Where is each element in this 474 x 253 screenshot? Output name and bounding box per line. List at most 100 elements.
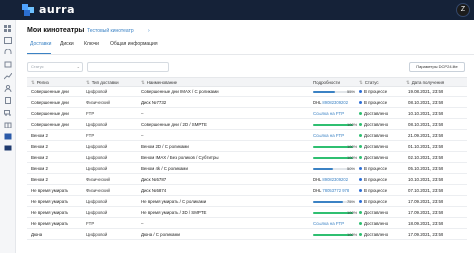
status-badge: В процессе bbox=[359, 166, 387, 171]
aurra-logo-icon[interactable] bbox=[21, 3, 35, 17]
status-dot-icon bbox=[359, 199, 362, 203]
status-text: В процессе bbox=[364, 100, 388, 105]
cell-delivery-type: FTP bbox=[86, 111, 95, 116]
status-badge: Доставлено bbox=[359, 210, 388, 215]
table-row[interactable]: Совершенные дни Цифровой Совершенные дни I… bbox=[27, 87, 467, 97]
progress-label: 100% bbox=[347, 144, 358, 149]
table-row[interactable]: Веном 2 FTP – Ссылка на FTP Доставлено 21.09.… bbox=[27, 131, 467, 141]
monitor-icon[interactable] bbox=[4, 145, 12, 152]
cell-date: 08.10.2021, 23:59 bbox=[408, 122, 444, 127]
status-badge: Доставлено bbox=[359, 221, 388, 226]
cell-release: Не время умирать bbox=[31, 210, 69, 215]
status-badge: В процессе bbox=[359, 100, 387, 105]
status-badge: Доставлено bbox=[359, 122, 388, 127]
dhl-tracking[interactable]: DHL 89082309202 bbox=[313, 100, 348, 105]
status-text: В процессе bbox=[364, 89, 388, 94]
progress-label: 50% bbox=[347, 166, 356, 171]
search-input[interactable] bbox=[87, 62, 169, 72]
table-row[interactable]: Веном 2 Цифровой Веном IMAX / Без роликов … bbox=[27, 153, 467, 163]
status-text: Доставлено bbox=[364, 221, 389, 226]
cell-name: Диск №5874 bbox=[141, 188, 167, 193]
col-date[interactable]: ⇅ Дата получения bbox=[406, 80, 444, 86]
status-dot-icon bbox=[359, 166, 362, 170]
status-text: В процессе bbox=[364, 188, 388, 193]
cell-name: Веном 4k / С роликами bbox=[141, 166, 188, 171]
cell-release: Веном 2 bbox=[31, 166, 48, 171]
tab-disks[interactable]: Диски bbox=[60, 41, 74, 47]
user-icon[interactable] bbox=[4, 85, 12, 92]
status-badge: Доставлено bbox=[359, 144, 388, 149]
status-text: Доставлено bbox=[364, 144, 389, 149]
cell-name: Совершенные дни / 2D / SMPTE bbox=[141, 122, 207, 127]
table-row[interactable]: Не время умирать FTP – Ссылка на FTP Доставл… bbox=[27, 219, 467, 229]
cell-release: Совершенные дни bbox=[31, 100, 69, 105]
col-name[interactable]: ⇅ Наименование bbox=[141, 80, 177, 86]
dhl-tracking[interactable]: DHL 78053772 978 bbox=[313, 188, 349, 193]
chevron-down-icon[interactable]: › bbox=[148, 28, 150, 34]
cell-release: Веном 2 bbox=[31, 144, 48, 149]
progress-bar-fill bbox=[313, 168, 333, 170]
grid-icon[interactable] bbox=[4, 25, 12, 32]
status-text: В процессе bbox=[364, 177, 388, 182]
status-badge: Доставлено bbox=[359, 133, 388, 138]
cell-date: 17.09.2021, 23:59 bbox=[408, 199, 444, 204]
dhl-tracking-link[interactable]: 89082309202 bbox=[322, 177, 348, 182]
table-row[interactable]: Не время умирать Цифровой Не время умирать… bbox=[27, 197, 467, 207]
ftp-link[interactable]: Ссылка на FTP bbox=[313, 133, 344, 138]
cell-delivery-type: Цифровой bbox=[86, 199, 108, 204]
cell-delivery-type: Физический bbox=[86, 188, 111, 193]
dhl-tracking-link[interactable]: 89082309202 bbox=[322, 100, 348, 105]
calendar-icon[interactable] bbox=[4, 133, 12, 140]
progress-label: 55% bbox=[347, 89, 356, 94]
dhl-tracking[interactable]: DHL 89082309202 bbox=[313, 177, 348, 182]
table-row[interactable]: Веном 2 Цифровой Веном 4k / С роликами 50% В… bbox=[27, 164, 467, 174]
table-row[interactable]: Совершенные дни Цифровой Совершенные дни /… bbox=[27, 120, 467, 130]
table-row[interactable]: Не время умирать Физический Диск №5874 DHL … bbox=[27, 186, 467, 196]
ftp-link[interactable]: Ссылка на FTP bbox=[313, 111, 344, 116]
progress-label: 100% bbox=[347, 155, 358, 160]
ftp-link[interactable]: Ссылка на FTP bbox=[313, 221, 344, 226]
tab-general-info[interactable]: Общая информация bbox=[110, 41, 158, 47]
breadcrumb-cinema[interactable]: Тестовый кинотеатр bbox=[87, 28, 134, 34]
doc-icon[interactable] bbox=[4, 97, 12, 104]
cell-delivery-type: Цифровой bbox=[86, 89, 108, 94]
dhl-tracking-link[interactable]: 78053772 978 bbox=[322, 188, 349, 193]
col-status[interactable]: ⇅ Статус bbox=[359, 80, 379, 86]
col-delivery-type[interactable]: ⇅ Тип доставки bbox=[86, 80, 119, 86]
table-row[interactable]: Совершенные дни FTP – Ссылка на FTP Доставле… bbox=[27, 109, 467, 119]
status-dot-icon bbox=[359, 122, 362, 126]
table-row[interactable]: Дюна Цифровой Дюна / С роликами 100% Доставл… bbox=[27, 230, 467, 240]
film-icon[interactable] bbox=[4, 37, 12, 44]
status-dot-icon bbox=[359, 210, 362, 214]
status-dot-icon bbox=[359, 188, 362, 192]
status-dot-icon bbox=[359, 155, 362, 159]
cell-date: 18.09.2021, 23:59 bbox=[408, 221, 444, 226]
gift-icon[interactable] bbox=[4, 121, 12, 128]
top-navbar: aurra Z bbox=[0, 0, 474, 20]
table-row[interactable]: Веном 2 Физический Диск №5787 DHL 890823092… bbox=[27, 175, 467, 185]
cell-release: Дюна bbox=[31, 232, 43, 237]
tab-deliveries[interactable]: Доставки bbox=[30, 41, 51, 47]
cell-release: Веном 2 bbox=[31, 155, 48, 160]
cell-name: – bbox=[141, 111, 144, 116]
table-row[interactable]: Не время умирать Цифровой Не время умирать… bbox=[27, 208, 467, 218]
headset-icon[interactable] bbox=[4, 49, 12, 56]
truck-icon[interactable] bbox=[4, 109, 12, 116]
box-icon[interactable] bbox=[4, 61, 12, 68]
table-row[interactable]: Совершенные дни Физический Диск №7732 DHL 8… bbox=[27, 98, 467, 108]
cell-name: Веном IMAX / Без роликов / Субтитры bbox=[141, 155, 219, 160]
col-release[interactable]: ⇅ Релиз bbox=[31, 80, 49, 86]
logo-text[interactable]: aurra bbox=[39, 3, 75, 16]
user-avatar[interactable]: Z bbox=[456, 3, 470, 17]
cell-delivery-type: Цифровой bbox=[86, 232, 108, 237]
table-row[interactable]: Веном 2 Цифровой Веном 2D / С роликами 100%… bbox=[27, 142, 467, 152]
tabs-divider bbox=[27, 54, 474, 55]
cell-date: 08.10.2021, 23:59 bbox=[408, 100, 444, 105]
cell-name: Дюна / С роликами bbox=[141, 232, 180, 237]
chart-icon[interactable] bbox=[4, 73, 12, 80]
cell-date: 19.08.2021, 23:59 bbox=[408, 89, 444, 94]
status-badge: В процессе bbox=[359, 188, 387, 193]
status-filter[interactable]: Статус ⌄ bbox=[27, 62, 83, 72]
tab-keys[interactable]: Ключи bbox=[84, 41, 99, 47]
dcp-params-button[interactable]: Параметры DCP24.lite bbox=[409, 62, 465, 72]
